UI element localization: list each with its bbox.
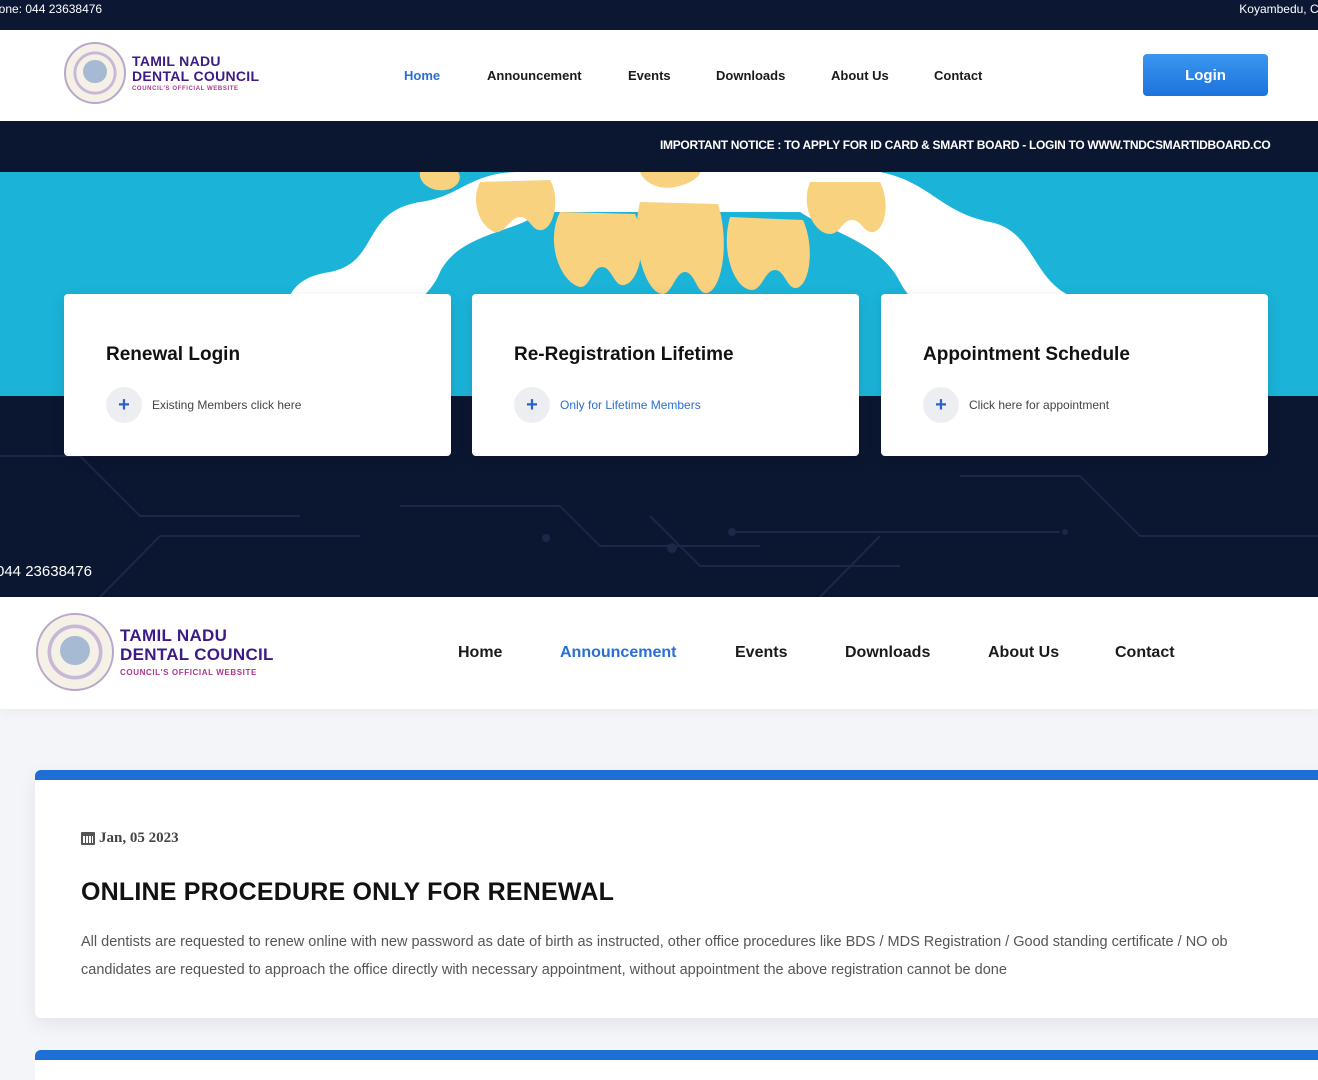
top-phone: hone: 044 23638476 xyxy=(0,2,103,16)
council-seal-icon xyxy=(64,42,126,104)
card-appointment-schedule[interactable]: Appointment Schedule + Click here for ap… xyxy=(881,294,1268,456)
date-text: Jan, 05 2023 xyxy=(99,830,179,846)
announcement-body-line1: All dentists are requested to renew onli… xyxy=(81,934,1228,950)
nav-contact[interactable]: Contact xyxy=(934,68,982,83)
card-subtitle[interactable]: Existing Members click here xyxy=(152,398,301,412)
nav-contact[interactable]: Contact xyxy=(1115,644,1175,662)
nav-downloads[interactable]: Downloads xyxy=(716,68,785,83)
nav-home[interactable]: Home xyxy=(458,644,502,662)
announcement-card-next xyxy=(35,1050,1318,1080)
hero-banner: Renewal Login + Existing Members click h… xyxy=(0,172,1318,597)
card-re-registration-lifetime[interactable]: Re-Registration Lifetime + Only for Life… xyxy=(472,294,859,456)
nav-announcement[interactable]: Announcement xyxy=(560,644,676,662)
plus-icon[interactable]: + xyxy=(106,387,142,423)
notice-ticker: IMPORTANT NOTICE : TO APPLY FOR ID CARD … xyxy=(0,121,1318,172)
announcement-date: Jan, 05 2023 xyxy=(81,830,179,847)
card-subtitle[interactable]: Click here for appointment xyxy=(969,398,1109,412)
logo-line1: TAMIL NADU xyxy=(132,52,221,69)
logo-line2: DENTAL COUNCIL xyxy=(120,645,274,664)
logo-text: TAMIL NADU DENTAL COUNCIL COUNCIL'S OFFI… xyxy=(132,52,260,93)
secondary-header: TAMIL NADU DENTAL COUNCIL COUNCIL'S OFFI… xyxy=(0,597,1318,709)
card-title: Appointment Schedule xyxy=(923,344,1130,365)
main-header: TAMIL NADU DENTAL COUNCIL COUNCIL'S OFFI… xyxy=(0,30,1318,121)
logo-tagline: COUNCIL'S OFFICIAL WEBSITE xyxy=(132,86,239,93)
card-title: Re-Registration Lifetime xyxy=(514,344,734,365)
announcement-body: All dentists are requested to renew onli… xyxy=(81,928,1318,984)
card-subtitle[interactable]: Only for Lifetime Members xyxy=(560,398,701,412)
nav-events[interactable]: Events xyxy=(735,644,787,662)
nav-events[interactable]: Events xyxy=(628,68,671,83)
nav-about-us[interactable]: About Us xyxy=(831,68,889,83)
nav-about-us[interactable]: About Us xyxy=(988,644,1059,662)
nav-home[interactable]: Home xyxy=(404,68,440,83)
announcement-body-line2: candidates are requested to approach the… xyxy=(81,962,1007,978)
phone-number: 044 23638476 xyxy=(0,563,92,580)
plus-icon[interactable]: + xyxy=(514,387,550,423)
calendar-icon xyxy=(81,832,95,845)
logo-tagline: COUNCIL'S OFFICIAL WEBSITE xyxy=(120,667,257,677)
logo-line2: DENTAL COUNCIL xyxy=(132,68,260,84)
nav-announcement[interactable]: Announcement xyxy=(487,68,582,83)
announcement-title[interactable]: ONLINE PROCEDURE ONLY FOR RENEWAL xyxy=(81,878,614,907)
plus-icon[interactable]: + xyxy=(923,387,959,423)
nav-downloads[interactable]: Downloads xyxy=(845,644,930,662)
top-contact-bar: hone: 044 23638476 Koyambedu, Che xyxy=(0,0,1318,30)
site-logo[interactable]: TAMIL NADU DENTAL COUNCIL COUNCIL'S OFFI… xyxy=(64,42,259,104)
site-logo[interactable]: TAMIL NADU DENTAL COUNCIL COUNCIL'S OFFI… xyxy=(36,613,274,691)
login-button[interactable]: Login xyxy=(1143,54,1268,96)
logo-text: TAMIL NADU DENTAL COUNCIL COUNCIL'S OFFI… xyxy=(120,626,274,677)
council-seal-icon xyxy=(36,613,114,691)
announcement-card: Jan, 05 2023 ONLINE PROCEDURE ONLY FOR R… xyxy=(35,770,1318,1018)
notice-text[interactable]: IMPORTANT NOTICE : TO APPLY FOR ID CARD … xyxy=(660,138,1271,152)
logo-line1: TAMIL NADU xyxy=(120,626,228,646)
card-renewal-login[interactable]: Renewal Login + Existing Members click h… xyxy=(64,294,451,456)
card-title: Renewal Login xyxy=(106,344,241,365)
top-location: Koyambedu, Che xyxy=(1239,2,1318,16)
